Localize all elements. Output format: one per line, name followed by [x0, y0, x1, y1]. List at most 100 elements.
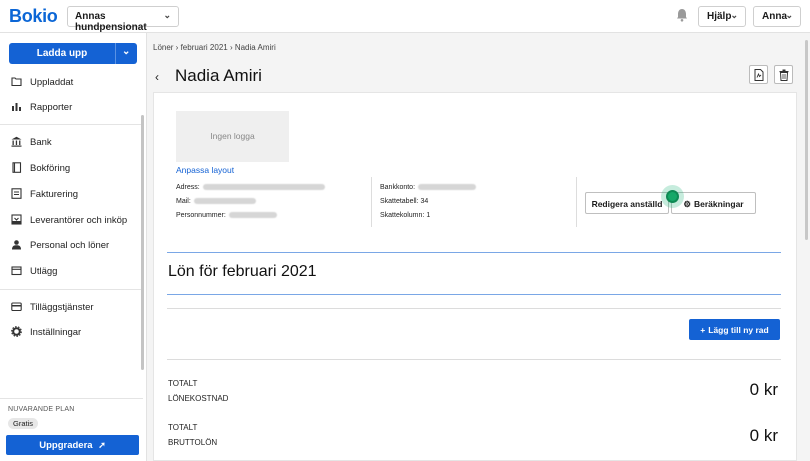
book-icon	[11, 162, 22, 173]
plus-icon: +	[700, 325, 706, 335]
sidebar-item-utlagg[interactable]: Utlägg	[0, 261, 143, 283]
chevron-down-icon: ⌄	[122, 46, 131, 57]
gross-salary-label: TOTALT BRUTTOLÖN	[168, 420, 217, 450]
upload-options-button[interactable]: ⌄	[115, 43, 137, 64]
sidebar-item-label: Uppladdat	[30, 77, 74, 88]
user-label: Anna	[762, 11, 787, 22]
inbox-icon	[11, 214, 22, 225]
total-cost-label: TOTALT LÖNEKOSTNAD	[168, 376, 228, 406]
sidebar-item-label: Leverantörer och inköp	[30, 215, 128, 226]
personnummer-label: Personnummer:	[176, 212, 226, 219]
redacted-value	[193, 198, 256, 205]
sidebar-item-tillaggstjanster[interactable]: Tilläggstjänster	[0, 297, 143, 319]
plan-label: NUVARANDE PLAN	[8, 406, 75, 413]
gear-icon: ⚙	[683, 199, 691, 209]
sidebar-item-bank[interactable]: Bank	[0, 132, 143, 154]
bell-icon[interactable]	[676, 8, 688, 22]
redacted-value	[228, 212, 277, 219]
pdf-download-button[interactable]	[749, 65, 768, 84]
add-row-button[interactable]: + Lägg till ny rad	[689, 319, 780, 340]
page-scrollbar[interactable]	[805, 40, 808, 240]
pdf-icon	[754, 69, 764, 81]
user-menu[interactable]: Anna ⌄	[753, 6, 801, 27]
chevron-down-icon: ⌄	[163, 10, 171, 20]
upgrade-button[interactable]: Uppgradera ➚	[6, 435, 139, 455]
gear-icon	[11, 326, 22, 337]
skattetabell-value: 34	[420, 198, 429, 205]
sidebar-item-uppladdat[interactable]: Uppladdat	[0, 72, 143, 94]
redacted-value	[202, 184, 325, 191]
mail-row: Mail:	[176, 198, 256, 205]
address-row: Adress:	[176, 184, 325, 191]
upload-label: Ladda upp	[36, 48, 88, 59]
bar-chart-icon	[11, 101, 22, 112]
delete-button[interactable]	[774, 65, 793, 84]
total-label-line1: TOTALT	[168, 423, 198, 432]
sidebar-item-leverantorer[interactable]: Leverantörer och inköp	[0, 210, 143, 232]
total-cost-value: 0 kr	[749, 380, 778, 399]
breadcrumb[interactable]: Löner › februari 2021 › Nadia Amiri	[153, 43, 276, 52]
edit-employee-button[interactable]: Redigera anställd	[585, 192, 669, 214]
personnummer-row: Personnummer:	[176, 212, 277, 219]
total-label-line1: TOTALT	[168, 379, 198, 388]
sidebar-item-label: Utlägg	[30, 266, 58, 277]
gross-salary-value: 0 kr	[749, 426, 778, 445]
help-menu[interactable]: Hjälp ⌄	[698, 6, 746, 27]
sidebar-item-fakturering[interactable]: Fakturering	[0, 184, 143, 206]
sidebar-scrollbar[interactable]	[141, 115, 144, 370]
skattekolumn-value: 1	[426, 212, 431, 219]
wallet-icon	[11, 265, 22, 276]
person-icon	[11, 239, 22, 250]
company-name: Annas hundpensionat	[75, 11, 147, 33]
upgrade-label: Uppgradera	[39, 440, 93, 451]
section-divider	[167, 294, 781, 295]
sidebar: Ladda upp ⌄ Uppladdat Rapporter Bank Bok…	[0, 33, 147, 461]
customize-layout-link[interactable]: Anpassa layout	[176, 165, 234, 175]
sidebar-divider	[0, 124, 143, 125]
mail-label: Mail:	[176, 198, 191, 205]
trash-icon	[779, 69, 789, 81]
sidebar-item-installningar[interactable]: Inställningar	[0, 322, 143, 344]
sidebar-item-personal[interactable]: Personal och löner	[0, 235, 143, 257]
bankkonto-label: Bankkonto:	[380, 184, 416, 191]
bank-icon	[11, 136, 22, 147]
address-label: Adress:	[176, 184, 200, 191]
skattekolumn-row: Skattekolumn: 1	[380, 212, 430, 219]
section-title: Lön för februari 2021	[168, 263, 317, 280]
company-select[interactable]: Annas hundpensionat ⌄	[67, 6, 179, 33]
sidebar-item-label: Inställningar	[30, 327, 82, 338]
rocket-icon: ➚	[98, 440, 106, 450]
sidebar-divider	[0, 289, 143, 290]
card-icon	[11, 301, 22, 312]
payslip-card: Ingen logga Anpassa layout Adress: Mail:…	[153, 92, 797, 461]
page-title: Nadia Amiri	[175, 66, 262, 85]
plan-badge: Gratis	[8, 418, 39, 429]
calculations-label: Beräkningar	[694, 199, 744, 209]
skattekolumn-label: Skattekolumn:	[380, 212, 425, 219]
info-divider	[576, 177, 577, 227]
sidebar-item-rapporter[interactable]: Rapporter	[0, 97, 143, 119]
back-arrow-icon[interactable]: ‹	[155, 70, 159, 84]
divider	[167, 359, 781, 360]
sidebar-item-label: Bank	[30, 137, 52, 148]
total-label-line2: BRUTTOLÖN	[168, 438, 218, 447]
sidebar-item-label: Fakturering	[30, 189, 79, 200]
bokio-logo[interactable]: Bokio	[9, 6, 58, 27]
info-divider	[371, 177, 372, 227]
invoice-icon	[11, 188, 22, 199]
logo-placeholder: Ingen logga	[176, 111, 289, 162]
sidebar-item-label: Personal och löner	[30, 240, 110, 251]
chevron-down-icon: ⌄	[785, 10, 793, 20]
help-label: Hjälp	[707, 11, 732, 22]
upload-button[interactable]: Ladda upp ⌄	[9, 43, 137, 64]
sidebar-item-bokforing[interactable]: Bokföring	[0, 158, 143, 180]
redacted-value	[418, 184, 477, 191]
folder-icon	[11, 76, 22, 87]
add-row-label: Lägg till ny rad	[708, 325, 769, 335]
divider	[167, 308, 781, 309]
skattetabell-label: Skattetabell:	[380, 198, 419, 205]
sidebar-item-label: Tilläggstjänster	[30, 302, 94, 313]
chevron-down-icon: ⌄	[730, 10, 738, 20]
bankkonto-row: Bankkonto:	[380, 184, 477, 191]
sidebar-item-label: Rapporter	[30, 102, 73, 113]
